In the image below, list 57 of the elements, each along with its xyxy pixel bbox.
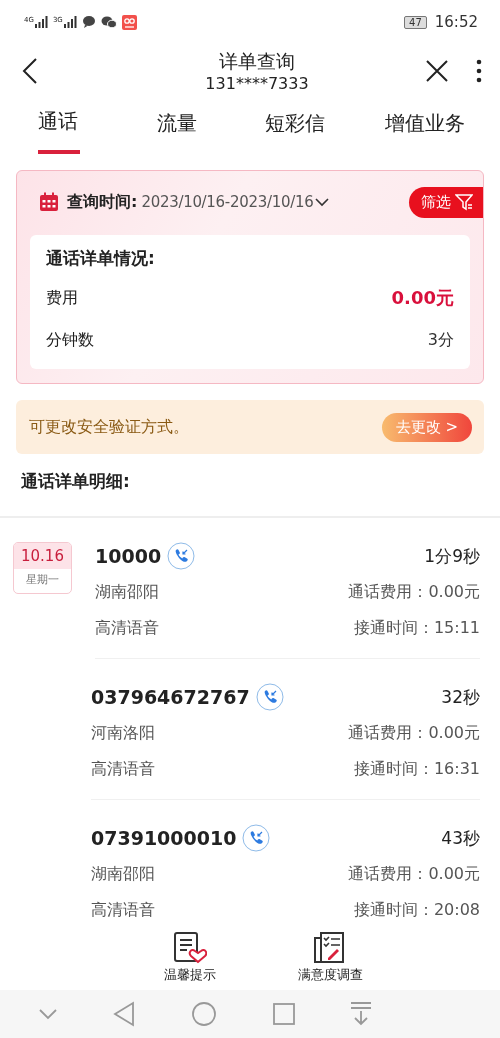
tab[interactable]: 短彩信 [236,100,355,154]
connect-time: 接通时间：16:31 [353,758,480,780]
app-icon [121,14,137,30]
call-fee: 通话费用：0.00元 [348,722,480,744]
checklist-icon [313,932,347,964]
call-duration: 43秒 [441,826,480,850]
summary-value: 0.00元 [391,286,454,310]
home-button[interactable] [191,1001,217,1027]
survey-button[interactable]: 满意度调查 [290,926,370,990]
bubble-icon [81,15,96,29]
chevron-down-icon [315,197,330,207]
back-nav-button[interactable] [113,1001,136,1027]
recents-button[interactable] [272,1003,295,1025]
clock-time: 16:52 [434,13,478,31]
signal-icon [62,16,77,28]
page-title: 详单查询 [219,49,295,73]
tab[interactable]: 流量 [118,100,237,154]
date-badge: 10.16 星期一 [13,542,72,594]
incoming-call-icon [242,824,271,852]
call-location: 湖南邵阳 [95,581,159,603]
connect-time: 接通时间：20:08 [353,899,480,921]
calendar-icon [39,192,59,212]
filter-icon [455,193,473,211]
filter-button[interactable]: 筛选 [409,186,483,218]
date-range-dropdown[interactable]: 2023/10/16-2023/10/16 [141,193,330,211]
call-number: 037964672767 [91,686,250,708]
summary-label: 分钟数 [46,329,94,351]
notification-button[interactable] [350,1002,373,1026]
call-type: 高清语音 [95,617,159,639]
call-location: 湖南邵阳 [91,863,155,885]
query-label: 查询时间: [67,191,138,213]
summary-value: 3分 [427,329,454,351]
summary-label: 费用 [46,287,78,309]
tab[interactable]: 通话 [0,100,119,154]
section-title: 通话详单明细: [20,470,131,493]
tips-button[interactable]: 温馨提示 [150,926,230,990]
tab[interactable]: 增值业务 [354,100,496,154]
call-duration: 32秒 [441,685,480,709]
call-number: 10000 [95,545,162,567]
signal-icon [33,16,48,28]
hide-keyboard-button[interactable] [37,1008,58,1020]
incoming-call-icon [167,542,196,570]
incoming-call-icon [255,683,284,711]
notice-text: 可更改安全验证方式。 [29,416,189,438]
connect-time: 接通时间：15:11 [353,617,480,639]
phone-number: 131****7333 [205,73,309,95]
call-type: 高清语音 [91,899,155,921]
note-heart-icon [173,932,207,964]
summary-title: 通话详单情况: [46,247,156,269]
call-fee: 通话费用：0.00元 [348,863,480,885]
call-number: 07391000010 [91,827,237,849]
call-type: 高清语音 [91,758,155,780]
call-fee: 通话费用：0.00元 [348,581,480,603]
call-duration: 1分9秒 [424,544,480,568]
battery-icon: 47 [404,15,427,29]
call-location: 河南洛阳 [91,722,155,744]
chat-icon [100,15,117,29]
